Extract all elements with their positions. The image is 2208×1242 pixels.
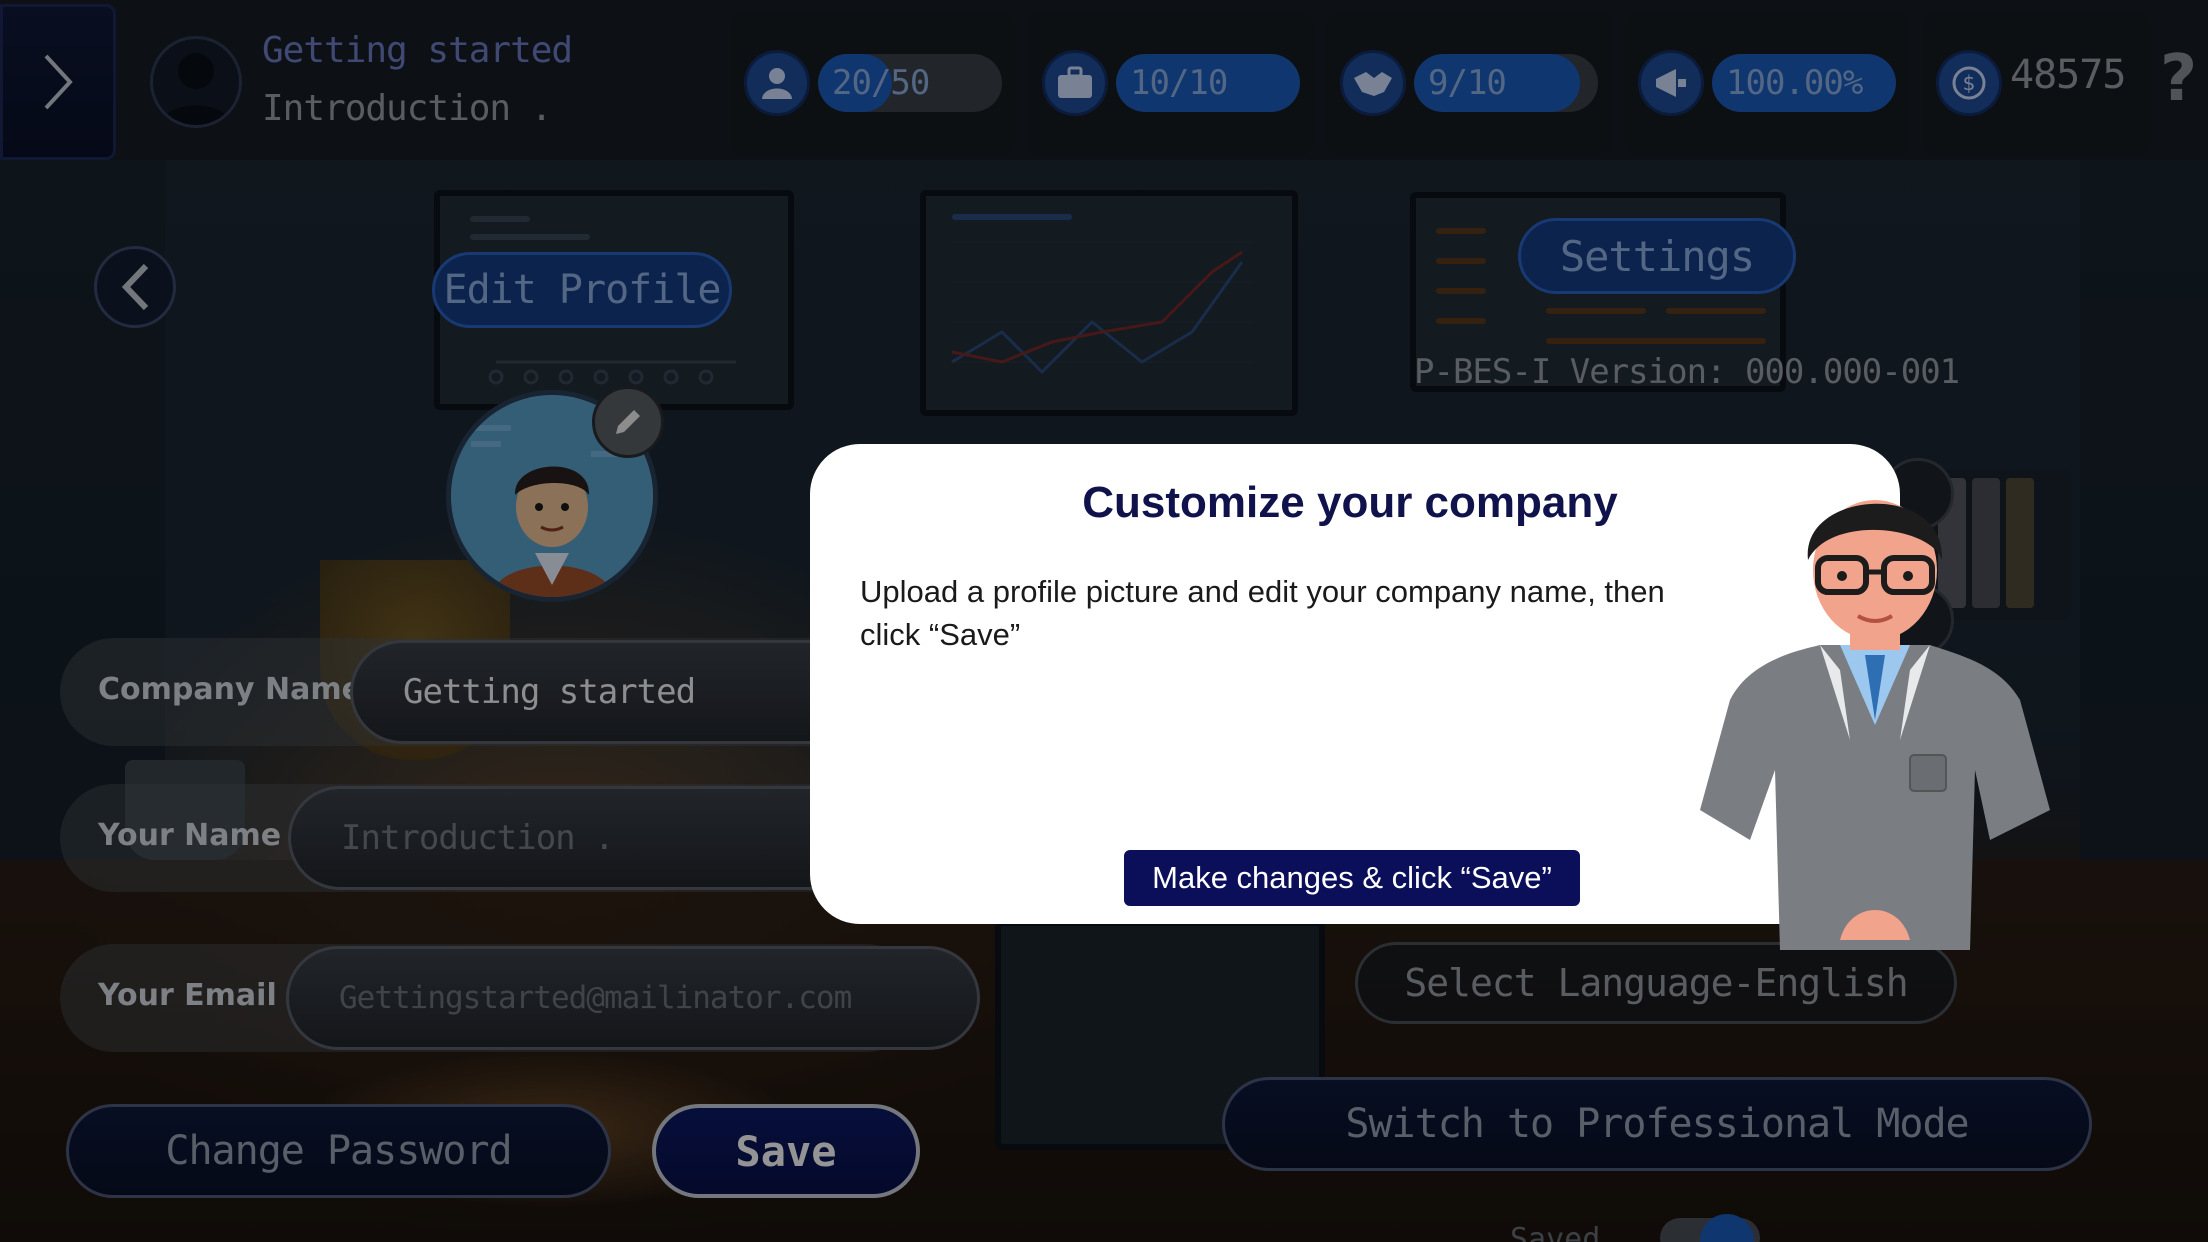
- mascot-businessman: [1700, 500, 2050, 950]
- tutorial-body: Upload a profile picture and edit your c…: [860, 574, 1665, 652]
- tutorial-cta-button[interactable]: Make changes & click “Save”: [1124, 850, 1580, 906]
